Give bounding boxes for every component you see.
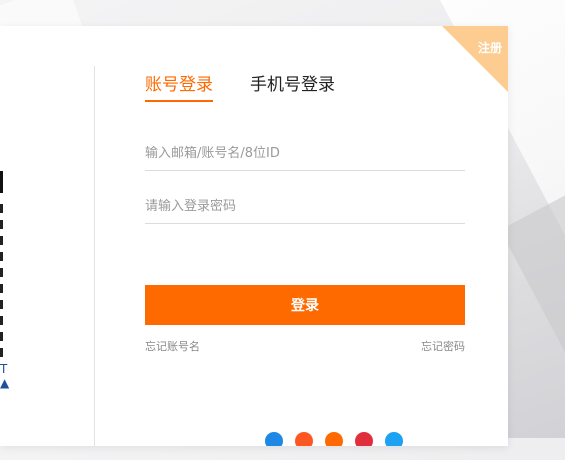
social-blue-icon[interactable] xyxy=(265,432,283,446)
register-link[interactable]: 注册 xyxy=(478,39,502,56)
tab-account-login[interactable]: 账号登录 xyxy=(145,70,213,102)
left-panel-partial: T ▲ xyxy=(0,26,95,446)
forgot-password-link[interactable]: 忘记密码 xyxy=(421,338,465,354)
vertical-divider xyxy=(94,66,95,446)
password-input[interactable] xyxy=(145,189,465,224)
login-button[interactable]: 登录 xyxy=(145,285,465,325)
social-orange-icon[interactable] xyxy=(295,432,313,446)
tab-phone-login[interactable]: 手机号登录 xyxy=(250,70,335,100)
social-skyblue-icon[interactable] xyxy=(385,432,403,446)
social-orange2-icon[interactable] xyxy=(325,432,343,446)
background-stripe xyxy=(500,173,565,460)
left-panel-graphic: T ▲ xyxy=(0,362,10,390)
forgot-account-link[interactable]: 忘记账号名 xyxy=(145,338,200,354)
left-panel-graphic xyxy=(0,204,3,364)
register-ribbon[interactable] xyxy=(442,26,508,92)
social-red-icon[interactable] xyxy=(355,432,373,446)
social-login-row xyxy=(145,432,465,446)
login-card: T▲ 注册 账号登录 手机号登录 登录 忘记账号名 忘记密码 xyxy=(0,26,508,446)
left-panel-graphic xyxy=(0,171,3,193)
account-input[interactable] xyxy=(145,136,465,171)
